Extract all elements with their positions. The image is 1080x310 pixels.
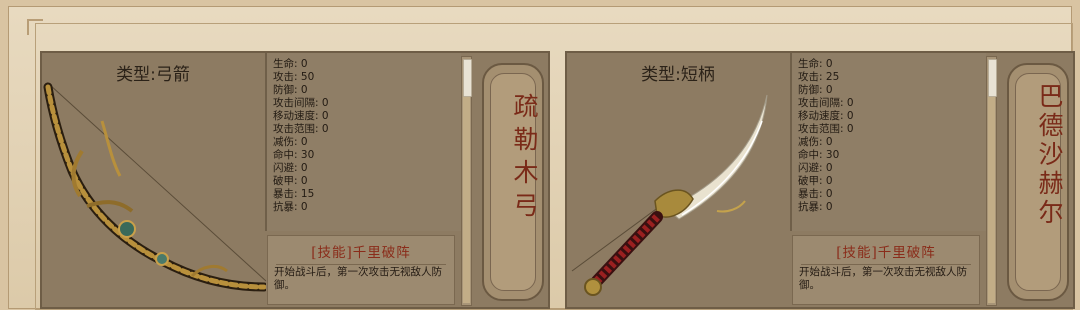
weapon-name: 疏勒木弓 <box>510 93 539 225</box>
skill-title: [技能]千里破阵 <box>793 241 979 265</box>
skill-description: 开始战斗后，第一次攻击无视敌人防御。 <box>274 266 442 291</box>
scroll-track <box>463 97 470 303</box>
stat-row: 攻击间隔: 0 <box>273 97 329 109</box>
stat-row: 命中: 30 <box>273 149 315 161</box>
stat-row: 防御: 0 <box>798 84 833 96</box>
weapon-name: 巴德沙赫尔 <box>1035 83 1064 228</box>
stat-row: 抗暴: 0 <box>273 201 308 213</box>
stat-row: 暴击: 0 <box>798 188 833 200</box>
skill-description: 开始战斗后，第一次攻击无视敌人防御。 <box>799 266 967 291</box>
weapon-name-plaque: 巴德沙赫尔 <box>1007 63 1069 301</box>
stats-panel: 生命: 0 攻击: 25 防御: 0 攻击间隔: 0 移动速度: 0 攻击范围:… <box>790 53 986 231</box>
stats-scrollbar[interactable] <box>461 56 472 306</box>
stat-row: 攻击范围: 0 <box>798 123 854 135</box>
stats-scrollbar[interactable] <box>986 56 997 306</box>
stat-row: 抗暴: 0 <box>798 201 833 213</box>
stat-row: 减伤: 0 <box>798 136 833 148</box>
corner-ornament-icon <box>27 19 43 35</box>
skill-title: [技能]千里破阵 <box>268 241 454 265</box>
weapon-card-saber[interactable]: 类型:短柄 生命: 0 攻击: 25 防御: 0 攻击间隔: 0 移动速度: 0… <box>565 51 1075 309</box>
stat-row: 攻击间隔: 0 <box>798 97 854 109</box>
weapon-name-plaque: 疏勒木弓 <box>482 63 544 301</box>
scroll-thumb[interactable] <box>463 59 472 97</box>
stat-row: 攻击: 50 <box>273 71 315 83</box>
saber-image <box>571 94 768 296</box>
scroll-track <box>988 97 995 303</box>
weapon-card-bow[interactable]: 类型:弓箭 生命: 0 攻击: 50 防御: 0 攻击间隔: 0 移动速度: 0… <box>40 51 550 309</box>
skill-panel: [技能]千里破阵 开始战斗后，第一次攻击无视敌人防御。 <box>267 235 455 305</box>
stat-row: 生命: 0 <box>273 58 308 70</box>
stat-row: 防御: 0 <box>273 84 308 96</box>
stat-row: 移动速度: 0 <box>798 110 854 122</box>
stats-list: 生命: 0 攻击: 25 防御: 0 攻击间隔: 0 移动速度: 0 攻击范围:… <box>798 58 854 214</box>
stat-row: 闪避: 0 <box>273 162 308 174</box>
stat-row: 暴击: 15 <box>273 188 315 200</box>
stat-row: 破甲: 0 <box>273 175 308 187</box>
stat-row: 攻击范围: 0 <box>273 123 329 135</box>
stat-row: 闪避: 0 <box>798 162 833 174</box>
stat-row: 破甲: 0 <box>798 175 833 187</box>
stat-row: 生命: 0 <box>798 58 833 70</box>
skill-panel: [技能]千里破阵 开始战斗后，第一次攻击无视敌人防御。 <box>792 235 980 305</box>
stats-panel: 生命: 0 攻击: 50 防御: 0 攻击间隔: 0 移动速度: 0 攻击范围:… <box>265 53 461 231</box>
bow-image <box>43 82 266 292</box>
stat-row: 命中: 30 <box>798 149 840 161</box>
scroll-thumb[interactable] <box>988 59 997 97</box>
stat-row: 攻击: 25 <box>798 71 840 83</box>
stat-row: 移动速度: 0 <box>273 110 329 122</box>
stat-row: 减伤: 0 <box>273 136 308 148</box>
stats-list: 生命: 0 攻击: 50 防御: 0 攻击间隔: 0 移动速度: 0 攻击范围:… <box>273 58 329 214</box>
